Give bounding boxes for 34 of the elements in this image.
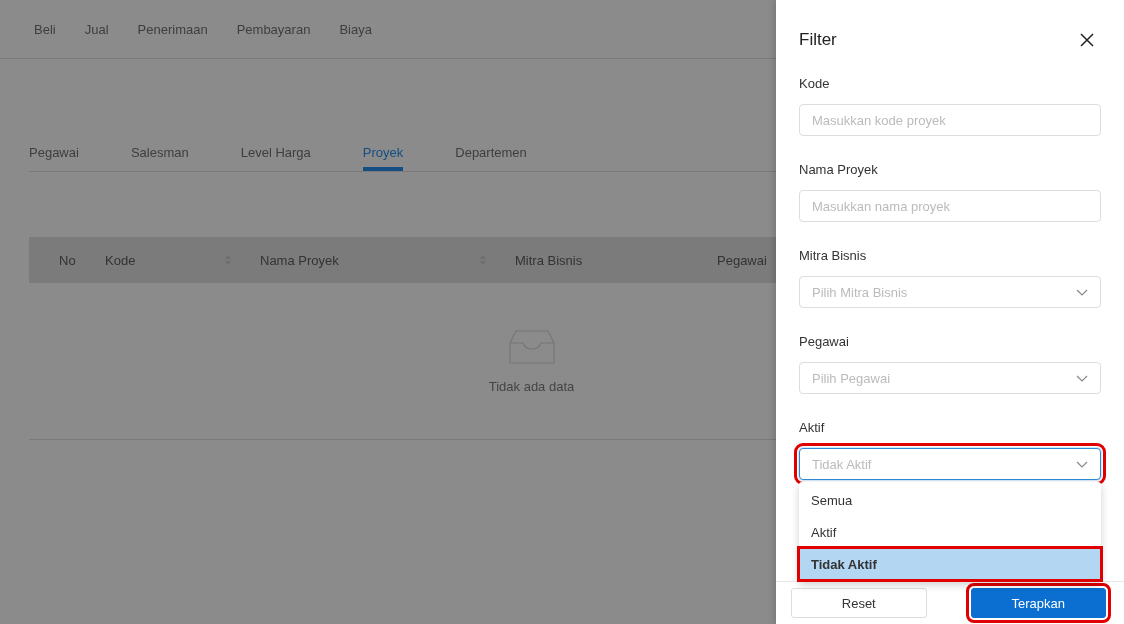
- tab[interactable]: Proyek: [362, 134, 404, 171]
- nav-link[interactable]: Penerimaan: [137, 21, 208, 37]
- nav-link[interactable]: Biaya: [339, 21, 372, 37]
- chevron-down-icon: [1076, 288, 1088, 296]
- reset-button[interactable]: Reset: [791, 588, 927, 618]
- close-icon[interactable]: [1080, 33, 1094, 47]
- tab[interactable]: Level Harga: [240, 134, 311, 171]
- field-label: Pegawai: [799, 333, 850, 351]
- dropdown-option[interactable]: Aktif: [799, 516, 1101, 548]
- field-label: Kode: [799, 75, 831, 93]
- nav-link[interactable]: Jual: [84, 21, 109, 37]
- dropdown-option[interactable]: Semua: [799, 484, 1101, 516]
- tab[interactable]: Departemen: [455, 134, 527, 171]
- field-label: Nama Proyek: [799, 161, 879, 179]
- text-field[interactable]: Masukkan nama proyek: [799, 190, 1101, 222]
- column-header: Mitra Bisnis: [515, 252, 583, 268]
- nav-link[interactable]: Pembayaran: [236, 21, 311, 37]
- tab[interactable]: Salesman: [130, 134, 189, 171]
- panel-title: Filter: [799, 30, 837, 50]
- tab[interactable]: Pegawai: [29, 134, 79, 171]
- column-header: Kode: [105, 252, 136, 268]
- field-label: Aktif: [799, 419, 826, 437]
- dropdown-option[interactable]: Tidak Aktif: [799, 548, 1101, 580]
- chevron-down-icon: [1076, 374, 1088, 382]
- chevron-down-icon: [1076, 460, 1088, 468]
- select-field[interactable]: Pilih Pegawai: [799, 362, 1101, 394]
- column-header: Nama Proyek: [260, 252, 339, 268]
- select-field[interactable]: Pilih Mitra Bisnis: [799, 276, 1101, 308]
- field-label: Mitra Bisnis: [799, 247, 868, 265]
- empty-message: Tidak ada data: [488, 378, 575, 394]
- column-header: Pegawai: [717, 252, 767, 268]
- nav-link[interactable]: Beli: [34, 21, 56, 37]
- text-field[interactable]: Masukkan kode proyek: [799, 104, 1101, 136]
- column-header: No: [59, 252, 76, 268]
